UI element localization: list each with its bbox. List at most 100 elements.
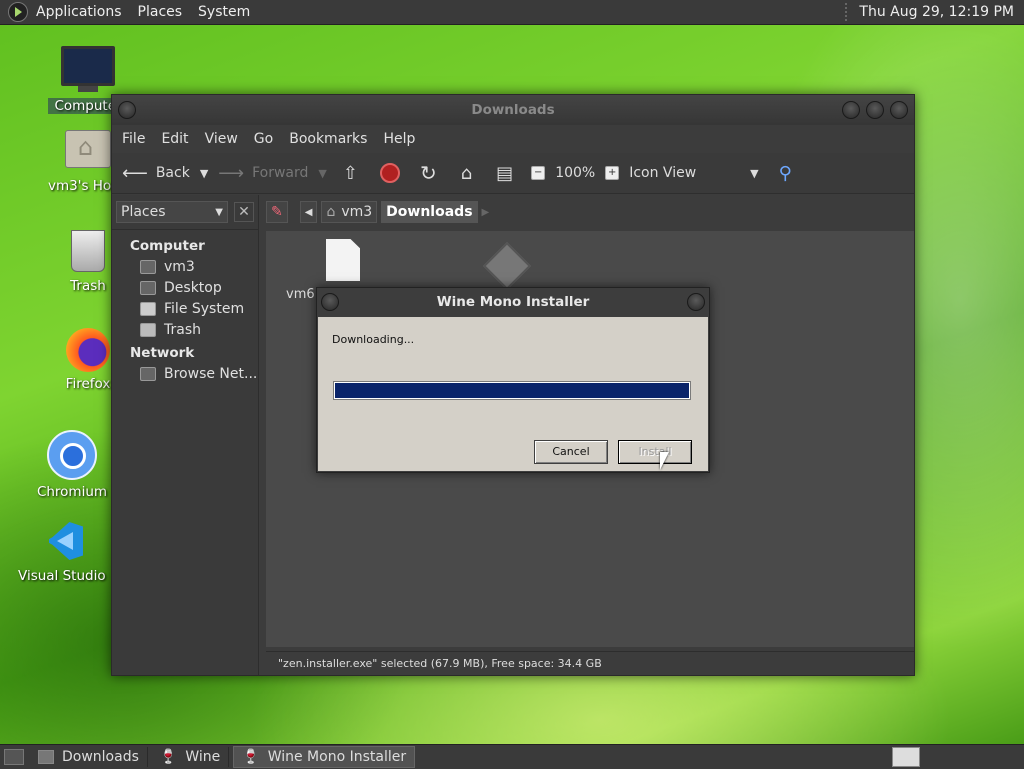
file-item[interactable] <box>326 239 360 281</box>
dialog-body: Downloading... Cancel Install <box>318 317 708 471</box>
back-dropdown-icon[interactable]: ▼ <box>200 167 208 180</box>
back-button[interactable]: ⟵ Back ▼ <box>122 163 208 184</box>
search-icon: ⚲ <box>778 162 792 184</box>
wine-package-icon <box>482 241 532 291</box>
file-item[interactable] <box>482 241 532 291</box>
chevron-right-icon[interactable]: ▶ <box>482 207 490 218</box>
computer-button[interactable]: ▤ <box>496 163 521 184</box>
menu-bookmarks[interactable]: Bookmarks <box>281 131 375 147</box>
edit-icon: ✎ <box>271 204 283 220</box>
menu-view[interactable]: View <box>197 131 246 147</box>
sidebar-item-label: vm3 <box>164 259 195 275</box>
clock[interactable]: Thu Aug 29, 12:19 PM <box>859 4 1014 20</box>
wine-glass-icon: 🍷 <box>242 749 260 765</box>
chevron-left-icon: ◀ <box>304 206 313 218</box>
sidebar-item-label: File System <box>164 301 245 317</box>
taskbar-item-wine-mono-installer[interactable]: 🍷 Wine Mono Installer <box>233 746 416 768</box>
menu-go[interactable]: Go <box>246 131 281 147</box>
document-icon <box>326 239 360 281</box>
file-name[interactable]: vm6 <box>286 287 315 302</box>
up-button[interactable]: ⇧ <box>343 163 366 184</box>
zoom-in-icon: + <box>605 166 620 180</box>
path-crumb-downloads[interactable]: Downloads <box>381 201 478 223</box>
chromium-icon <box>47 430 97 480</box>
drive-icon <box>140 302 156 316</box>
show-desktop-icon[interactable] <box>4 749 24 765</box>
desktop-icon-label: Chromium <box>36 484 108 500</box>
menu-file[interactable]: File <box>114 131 153 147</box>
reload-button[interactable]: ↻ <box>420 161 445 185</box>
mouse-cursor-icon <box>660 452 669 470</box>
sidebar-item-filesystem[interactable]: File System <box>112 299 258 320</box>
forward-label: Forward <box>252 165 309 181</box>
maximize-icon[interactable] <box>866 101 884 119</box>
home-folder-icon <box>65 130 111 168</box>
network-icon <box>140 367 156 381</box>
menubar: File Edit View Go Bookmarks Help <box>112 125 914 153</box>
taskbar-item-downloads[interactable]: Downloads <box>30 747 148 767</box>
places-list: Computer vm3 Desktop File System Trash N… <box>112 230 258 385</box>
search-button[interactable]: ⚲ <box>779 163 800 184</box>
folder-icon <box>38 750 54 764</box>
vscode-icon <box>43 520 85 562</box>
trash-icon <box>71 230 105 272</box>
menu-places[interactable]: Places <box>130 0 191 24</box>
menu-system[interactable]: System <box>190 0 258 24</box>
distro-logo-icon[interactable] <box>8 2 28 22</box>
dialog-title: Wine Mono Installer <box>436 294 590 310</box>
sidebar: Places ▼ ✕ Computer vm3 Desktop File Sys… <box>112 195 259 675</box>
window-titlebar[interactable]: Downloads <box>112 95 914 125</box>
sidebar-item-browse-network[interactable]: Browse Net... <box>112 364 258 385</box>
forward-arrow-icon: ⟶ <box>218 162 245 184</box>
sidebar-item-vm3[interactable]: vm3 <box>112 257 258 278</box>
close-icon[interactable] <box>890 101 908 119</box>
path-bar: ✎ ◀ ⌂ vm3 Downloads ▶ <box>266 195 914 229</box>
cancel-button[interactable]: Cancel <box>534 440 608 464</box>
zoom-level[interactable]: 100% <box>555 165 595 181</box>
chevron-down-icon: ▼ <box>215 206 223 218</box>
path-scroll-left[interactable]: ◀ <box>299 201 318 223</box>
desktop-icon-vscode[interactable]: Visual Studio Code <box>18 520 110 584</box>
stop-icon <box>379 163 400 183</box>
menu-edit[interactable]: Edit <box>153 131 196 147</box>
close-icon[interactable] <box>687 293 705 311</box>
forward-dropdown-icon[interactable]: ▼ <box>318 167 326 180</box>
dialog-message: Downloading... <box>332 333 415 346</box>
menu-applications[interactable]: Applications <box>28 0 130 24</box>
forward-button[interactable]: ⟶ Forward ▼ <box>218 163 327 184</box>
close-sidebar-icon[interactable]: ✕ <box>234 202 254 222</box>
window-menu-icon[interactable] <box>321 293 339 311</box>
progress-fill <box>335 383 689 398</box>
bottom-panel: Downloads 🍷 Wine 🍷 Wine Mono Installer <box>0 744 1024 769</box>
path-crumb-vm3[interactable]: ⌂ vm3 <box>321 201 378 223</box>
stop-button[interactable] <box>379 163 400 183</box>
toolbar: ⟵ Back ▼ ⟶ Forward ▼ ⇧ ↻ ⌂ ▤ − 100% + Ic… <box>112 153 914 194</box>
back-label: Back <box>155 165 190 181</box>
edit-location-button[interactable]: ✎ <box>266 201 288 223</box>
taskbar-label: Wine Mono Installer <box>267 749 407 765</box>
zoom-in-button[interactable]: + <box>605 166 620 180</box>
places-selector[interactable]: Places ▼ <box>116 201 228 223</box>
sidebar-item-desktop[interactable]: Desktop <box>112 278 258 299</box>
sidebar-item-trash[interactable]: Trash <box>112 320 258 341</box>
places-bar: Places ▼ ✕ <box>112 195 258 230</box>
home-icon: ⌂ <box>326 204 336 220</box>
dialog-titlebar[interactable]: Wine Mono Installer <box>317 288 709 316</box>
workspace-switcher[interactable] <box>892 747 920 767</box>
taskbar-item-wine[interactable]: 🍷 Wine <box>152 747 230 767</box>
taskbar-label: Wine <box>185 749 221 765</box>
view-mode-select[interactable]: Icon View ▼ <box>629 165 758 181</box>
clock-area: Thu Aug 29, 12:19 PM <box>845 3 1024 21</box>
status-bar: "zen.installer.exe" selected (67.9 MB), … <box>266 651 914 675</box>
reload-icon: ↻ <box>419 161 437 185</box>
section-heading-network: Network <box>130 345 195 361</box>
computer-icon: ▤ <box>496 162 514 184</box>
desktop-icon-chromium[interactable]: Chromium <box>32 430 112 500</box>
home-button[interactable]: ⌂ <box>461 163 480 184</box>
minimize-icon[interactable] <box>842 101 860 119</box>
window-menu-icon[interactable] <box>118 101 136 119</box>
install-button[interactable]: Install <box>618 440 692 464</box>
zoom-out-icon: − <box>531 166 546 180</box>
menu-help[interactable]: Help <box>375 131 423 147</box>
zoom-out-button[interactable]: − <box>531 166 546 180</box>
